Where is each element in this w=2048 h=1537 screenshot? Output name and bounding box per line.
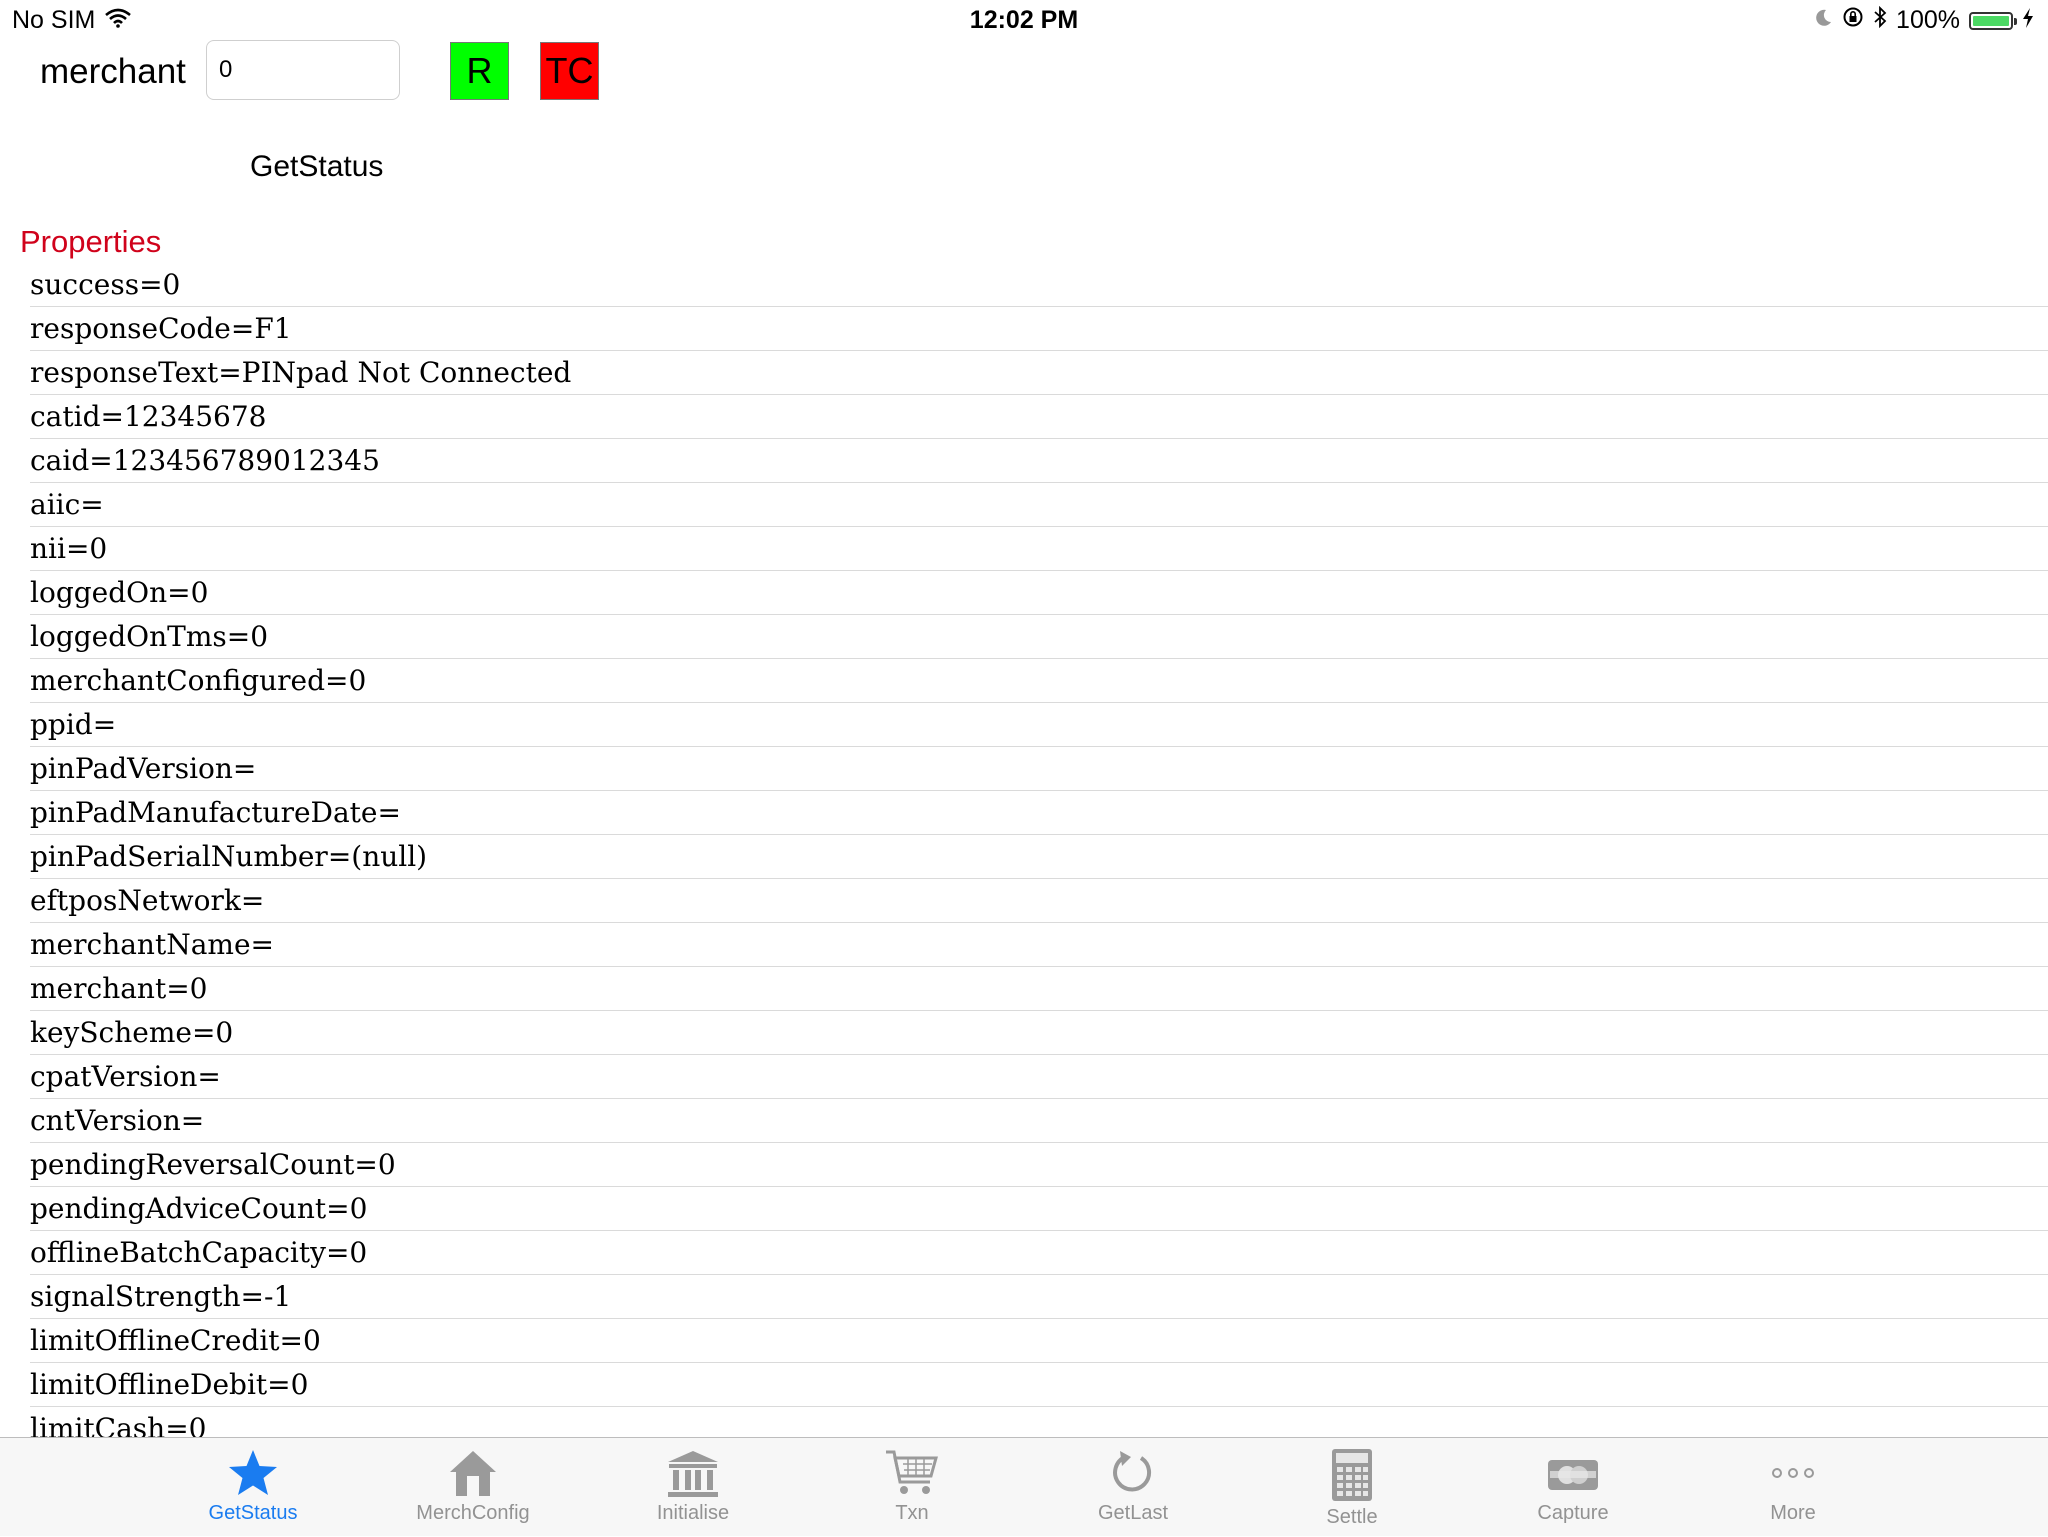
property-row[interactable]: merchant=0 bbox=[30, 967, 2048, 1011]
cart-icon bbox=[886, 1450, 938, 1494]
property-row[interactable]: offlineBatchCapacity=0 bbox=[30, 1231, 2048, 1275]
property-row[interactable]: nii=0 bbox=[30, 527, 2048, 571]
battery-percent: 100% bbox=[1896, 6, 1960, 34]
property-row[interactable]: pinPadManufactureDate= bbox=[30, 791, 2048, 835]
tab-more[interactable]: More bbox=[1728, 1438, 1858, 1537]
tab-label: Initialise bbox=[656, 1502, 730, 1524]
merchant-label: merchant bbox=[40, 52, 186, 91]
refresh-icon bbox=[1113, 1451, 1152, 1492]
properties-list[interactable]: success=0 responseCode=F1 responseText=PIN… bbox=[0, 263, 2048, 1437]
property-row[interactable]: keyScheme=0 bbox=[30, 1011, 2048, 1055]
tab-merchconfig[interactable]: MerchConfig bbox=[408, 1438, 538, 1537]
r-button[interactable]: R bbox=[450, 42, 509, 100]
property-row[interactable]: signalStrength=-1 bbox=[30, 1275, 2048, 1319]
tab-label: GetStatus bbox=[208, 1502, 298, 1524]
moon-icon bbox=[1813, 6, 1833, 35]
property-row[interactable]: pendingReversalCount=0 bbox=[30, 1143, 2048, 1187]
tab-capture[interactable]: Capture bbox=[1508, 1438, 1638, 1537]
section-title-properties: Properties bbox=[20, 224, 162, 259]
tab-label: GetLast bbox=[1097, 1502, 1169, 1524]
rotation-lock-icon bbox=[1842, 6, 1864, 35]
tab-initialise[interactable]: Initialise bbox=[628, 1438, 758, 1537]
property-row[interactable]: ppid= bbox=[30, 703, 2048, 747]
property-row[interactable]: cntVersion= bbox=[30, 1099, 2048, 1143]
status-time: 12:02 PM bbox=[969, 6, 1079, 34]
merchant-input[interactable] bbox=[206, 40, 400, 100]
property-row[interactable]: loggedOnTms=0 bbox=[30, 615, 2048, 659]
charging-icon bbox=[2022, 6, 2034, 35]
bluetooth-icon bbox=[1873, 5, 1887, 35]
property-row[interactable]: loggedOn=0 bbox=[30, 571, 2048, 615]
tab-label: More bbox=[1770, 1502, 1816, 1524]
property-row[interactable]: limitOfflineDebit=0 bbox=[30, 1363, 2048, 1407]
property-row[interactable]: catid=12345678 bbox=[30, 395, 2048, 439]
property-row[interactable]: limitCash=0 bbox=[30, 1407, 2048, 1437]
property-row[interactable]: pinPadSerialNumber=(null) bbox=[30, 835, 2048, 879]
property-row[interactable]: responseCode=F1 bbox=[30, 307, 2048, 351]
tab-label: Settle bbox=[1326, 1506, 1378, 1528]
property-row[interactable]: merchantName= bbox=[30, 923, 2048, 967]
star-icon bbox=[229, 1450, 277, 1495]
status-right: 100% bbox=[1813, 5, 2034, 35]
property-row[interactable]: pendingAdviceCount=0 bbox=[30, 1187, 2048, 1231]
tab-getlast[interactable]: GetLast bbox=[1068, 1438, 1198, 1537]
property-row[interactable]: responseText=PINpad Not Connected bbox=[30, 351, 2048, 395]
tab-label: MerchConfig bbox=[416, 1502, 530, 1524]
property-row[interactable]: eftposNetwork= bbox=[30, 879, 2048, 923]
card-icon bbox=[1548, 1460, 1598, 1490]
getstatus-button[interactable]: GetStatus bbox=[250, 150, 383, 184]
more-icon bbox=[1772, 1468, 1814, 1478]
tab-settle[interactable]: Settle bbox=[1287, 1438, 1417, 1537]
tab-bar: GetStatus MerchConfig Initialise Txn Get… bbox=[0, 1437, 2048, 1536]
property-row[interactable]: success=0 bbox=[30, 263, 2048, 307]
tab-txn[interactable]: Txn bbox=[847, 1438, 977, 1537]
property-row[interactable]: caid=123456789012345 bbox=[30, 439, 2048, 483]
property-row[interactable]: pinPadVersion= bbox=[30, 747, 2048, 791]
calculator-icon bbox=[1332, 1449, 1372, 1501]
tab-label: Capture bbox=[1537, 1502, 1609, 1524]
property-row[interactable]: limitOfflineCredit=0 bbox=[30, 1319, 2048, 1363]
house-icon bbox=[450, 1451, 496, 1496]
battery-icon bbox=[1969, 11, 2017, 30]
property-row[interactable]: merchantConfigured=0 bbox=[30, 659, 2048, 703]
tc-button[interactable]: TC bbox=[540, 42, 599, 100]
status-bar: No SIM 12:02 PM 100% bbox=[0, 0, 2048, 40]
bank-icon bbox=[668, 1451, 718, 1497]
property-row[interactable]: cpatVersion= bbox=[30, 1055, 2048, 1099]
property-row[interactable]: aiic= bbox=[30, 483, 2048, 527]
tab-getstatus[interactable]: GetStatus bbox=[188, 1438, 318, 1537]
tab-label: Txn bbox=[895, 1502, 929, 1524]
